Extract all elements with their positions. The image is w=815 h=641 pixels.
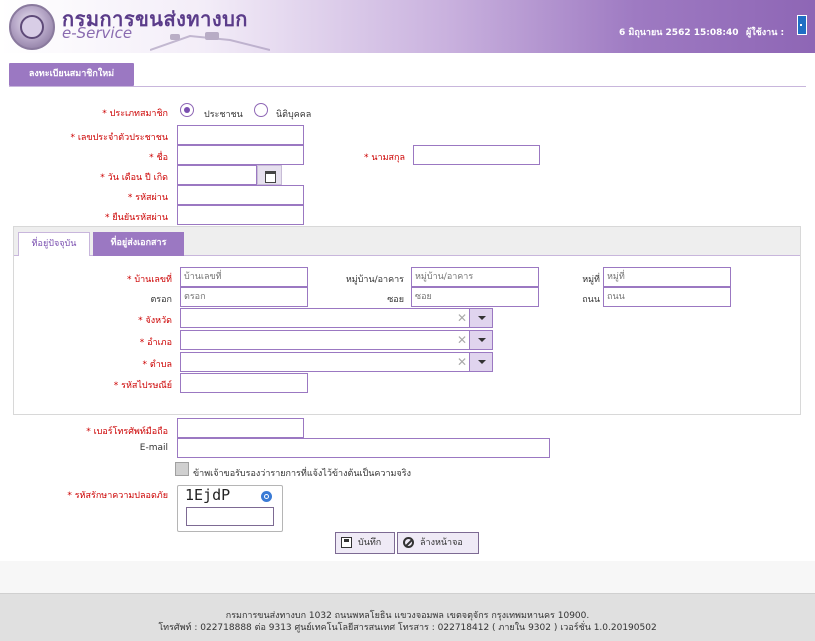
first-name-label: * ชื่อ xyxy=(149,153,168,163)
chevron-down-icon[interactable] xyxy=(469,331,492,349)
user-label: ผู้ใช้งาน : xyxy=(746,28,785,38)
captcha-label: * รหัสรักษาความปลอดภัย xyxy=(67,491,168,501)
postcode-label: * รหัสไปรษณีย์ xyxy=(113,381,172,391)
app-title-en: e-Service xyxy=(62,24,133,42)
clear-button[interactable]: ล้างหน้าจอ xyxy=(397,532,479,554)
last-name-label: * นามสกุล xyxy=(364,153,405,163)
member-type-radio-juristic[interactable] xyxy=(254,103,268,117)
page-footer: กรมการขนส่งทางบก 1032 ถนนพหลโยธิน แขวงจอ… xyxy=(0,593,815,641)
save-icon xyxy=(341,537,352,548)
last-name-input[interactable] xyxy=(413,145,540,165)
moo-input[interactable] xyxy=(603,267,731,287)
consent-label: ข้าพเจ้าขอรับรองว่ารายการที่แจ้งไว้ข้างต… xyxy=(193,469,411,479)
id-card-input[interactable] xyxy=(177,125,304,145)
footer-contact: โทรศัพท์ : 022718888 ต่อ 9313 ศูนย์เทคโน… xyxy=(158,623,657,633)
road-label: ถนน xyxy=(582,295,600,305)
trok-label: ตรอก xyxy=(150,295,172,305)
road-decoration-icon xyxy=(150,32,270,51)
district-select[interactable]: ✕ xyxy=(180,330,493,350)
district-label: * อำเภอ xyxy=(139,338,172,348)
calendar-icon[interactable] xyxy=(257,165,282,185)
logout-icon[interactable] xyxy=(797,15,807,35)
id-card-label: * เลขประจำตัวประชาชน xyxy=(70,133,168,143)
tab-current-address[interactable]: ที่อยู่ปัจจุบัน xyxy=(18,232,90,256)
trok-input[interactable] xyxy=(180,287,308,307)
first-name-input[interactable] xyxy=(177,145,304,165)
birthdate-label: * วัน เดือน ปี เกิด xyxy=(100,173,168,183)
dlt-logo-icon xyxy=(9,4,55,50)
captcha-image: 1EjdP xyxy=(185,486,231,504)
moo-label: หมู่ที่ xyxy=(582,275,600,285)
page-header: กรมการขนส่งทางบก e-Service 6 มิถุนายน 25… xyxy=(0,0,815,53)
province-select[interactable]: ✕ xyxy=(180,308,493,328)
content-bottom-bar xyxy=(0,561,815,593)
consent-checkbox[interactable] xyxy=(175,462,189,476)
email-input[interactable] xyxy=(177,438,550,458)
title-divider xyxy=(9,86,806,87)
birthdate-input[interactable] xyxy=(177,165,257,185)
member-type-radio-citizen[interactable] xyxy=(180,103,194,117)
refresh-icon[interactable] xyxy=(261,491,272,502)
village-label: หมู่บ้าน/อาคาร xyxy=(345,275,404,285)
mobile-label: * เบอร์โทรศัพท์มือถือ xyxy=(86,427,168,437)
confirm-password-input[interactable] xyxy=(177,205,304,225)
tab-mailing-address[interactable]: ที่อยู่ส่งเอกสาร xyxy=(93,232,184,256)
mobile-input[interactable] xyxy=(177,418,304,438)
clear-icon[interactable]: ✕ xyxy=(457,355,467,369)
member-type-option-juristic: นิติบุคคล xyxy=(276,110,312,120)
subdistrict-select[interactable]: ✕ xyxy=(180,352,493,372)
password-input[interactable] xyxy=(177,185,304,205)
soi-label: ซอย xyxy=(387,295,404,305)
clear-form-icon xyxy=(403,537,414,548)
house-no-label: * บ้านเลขที่ xyxy=(127,275,172,285)
province-label: * จังหวัด xyxy=(138,316,172,326)
chevron-down-icon[interactable] xyxy=(469,353,492,371)
house-no-input[interactable] xyxy=(180,267,308,287)
village-input[interactable] xyxy=(411,267,539,287)
subdistrict-label: * ตำบล xyxy=(142,360,172,370)
chevron-down-icon[interactable] xyxy=(469,309,492,327)
confirm-password-label: * ยืนยันรหัสผ่าน xyxy=(105,213,168,223)
save-button[interactable]: บันทึก xyxy=(335,532,395,554)
soi-input[interactable] xyxy=(411,287,539,307)
page-title: ลงทะเบียนสมาชิกใหม่ xyxy=(9,63,134,86)
postcode-input[interactable] xyxy=(180,373,308,393)
road-input[interactable] xyxy=(603,287,731,307)
clear-icon[interactable]: ✕ xyxy=(457,311,467,325)
password-label: * รหัสผ่าน xyxy=(127,193,168,203)
email-label: E-mail xyxy=(139,443,168,453)
current-datetime: 6 มิถุนายน 2562 15:08:40 xyxy=(619,28,739,38)
clear-icon[interactable]: ✕ xyxy=(457,333,467,347)
member-type-label: * ประเภทสมาชิก xyxy=(102,109,168,119)
captcha-input[interactable] xyxy=(186,507,274,526)
member-type-option-citizen: ประชาชน xyxy=(204,110,243,120)
